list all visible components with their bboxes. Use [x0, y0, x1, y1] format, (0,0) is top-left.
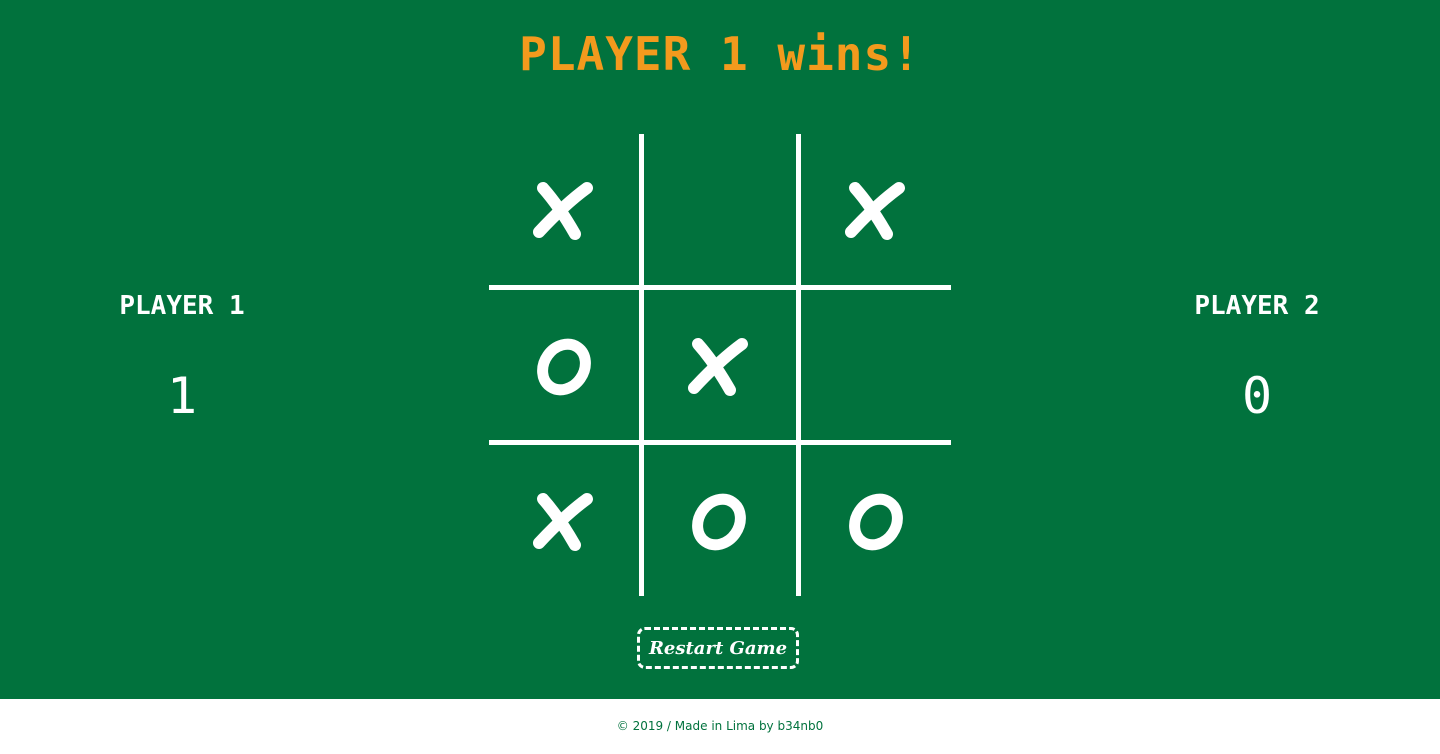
player-2-panel: PLAYER 2 0 [1137, 290, 1377, 426]
restart-game-button[interactable]: Restart Game [637, 627, 799, 669]
x-mark-icon [845, 182, 905, 240]
board-cell-2[interactable] [644, 134, 794, 284]
board-cell-3[interactable] [801, 134, 951, 284]
o-mark-icon [537, 338, 591, 396]
board-cell-6[interactable] [801, 290, 951, 440]
player-2-score: 0 [1241, 367, 1273, 425]
player-2-name: PLAYER 2 [1194, 291, 1320, 321]
board-cell-8[interactable] [644, 445, 794, 595]
o-mark-icon [692, 493, 746, 551]
footer-credit: © 2019 / Made in Lima by b34nb0 [0, 699, 1440, 754]
player-1-name: PLAYER 1 [119, 291, 245, 321]
board-cell-4[interactable] [489, 290, 639, 440]
tic-tac-toe-board [489, 134, 951, 596]
x-mark-icon [533, 493, 593, 551]
board-cell-1[interactable] [489, 134, 639, 284]
game-area: PLAYER 1 wins! PLAYER 1 1 PLAYER 2 0 Res… [0, 0, 1440, 699]
board-cell-5[interactable] [644, 290, 794, 440]
player-1-panel: PLAYER 1 1 [62, 290, 302, 426]
player-1-score: 1 [166, 367, 198, 425]
board-cell-9[interactable] [801, 445, 951, 595]
x-mark-icon [533, 182, 593, 240]
game-status-message: PLAYER 1 wins! [519, 27, 921, 81]
o-mark-icon [849, 493, 903, 551]
board-cell-7[interactable] [489, 445, 639, 595]
x-mark-icon [688, 338, 748, 396]
